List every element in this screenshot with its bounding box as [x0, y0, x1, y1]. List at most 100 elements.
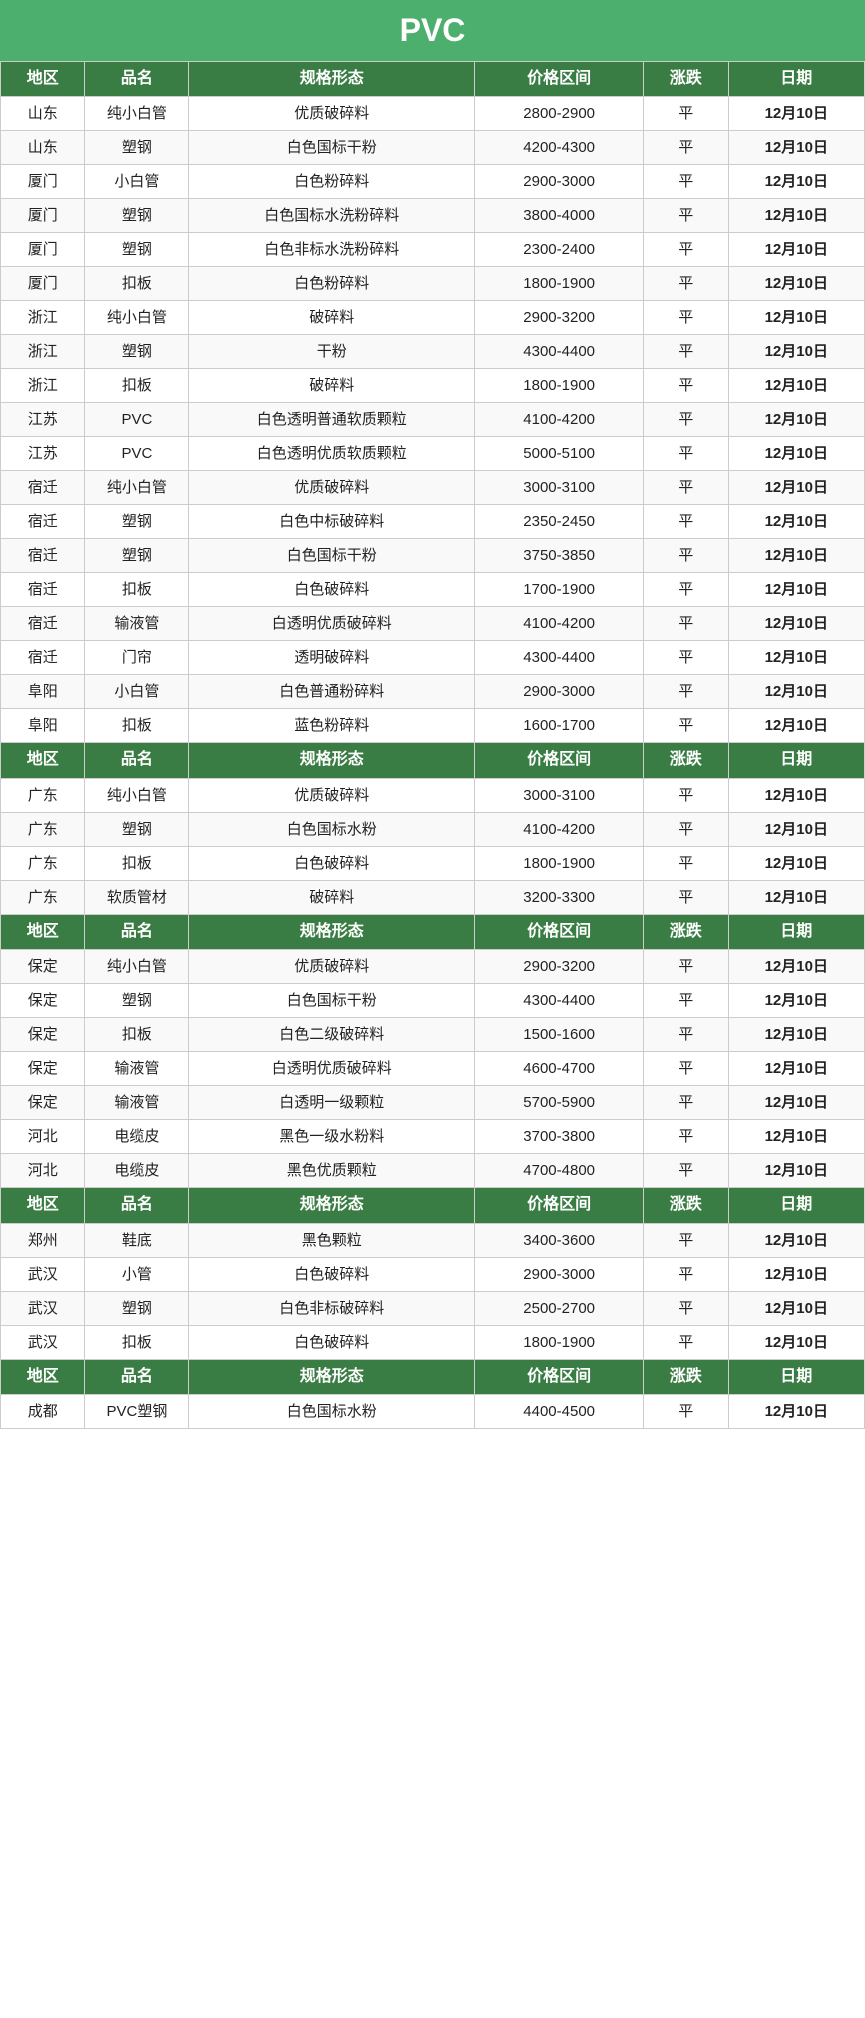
table-cell: 武汉 [1, 1325, 85, 1359]
section-header-cell: 规格形态 [189, 914, 475, 949]
table-cell: 平 [644, 165, 728, 199]
table-cell: PVC [85, 403, 189, 437]
table-cell: 5000-5100 [475, 437, 644, 471]
table-cell: 扣板 [85, 267, 189, 301]
table-cell: 塑钢 [85, 199, 189, 233]
table-row: 保定塑钢白色国标干粉4300-4400平12月10日 [1, 984, 865, 1018]
section-header-cell: 日期 [728, 914, 864, 949]
table-row: 山东塑钢白色国标干粉4200-4300平12月10日 [1, 131, 865, 165]
table-cell: 12月10日 [728, 1120, 864, 1154]
table-cell: 厦门 [1, 165, 85, 199]
table-cell: 3750-3850 [475, 539, 644, 573]
table-cell: 平 [644, 539, 728, 573]
table-cell: 1800-1900 [475, 369, 644, 403]
table-row: 宿迁输液管白透明优质破碎料4100-4200平12月10日 [1, 607, 865, 641]
table-cell: 平 [644, 1257, 728, 1291]
table-cell: 12月10日 [728, 267, 864, 301]
table-row: 郑州鞋底黑色颗粒3400-3600平12月10日 [1, 1223, 865, 1257]
section-header-cell: 地区 [1, 914, 85, 949]
section-header-cell: 规格形态 [189, 1359, 475, 1394]
table-row: 浙江扣板破碎料1800-1900平12月10日 [1, 369, 865, 403]
table-cell: 平 [644, 880, 728, 914]
table-cell: 12月10日 [728, 778, 864, 812]
table-cell: 平 [644, 471, 728, 505]
table-cell: 白色中标破碎料 [189, 505, 475, 539]
table-cell: 宿迁 [1, 505, 85, 539]
table-cell: 平 [644, 1291, 728, 1325]
table-cell: 宿迁 [1, 573, 85, 607]
table-cell: 塑钢 [85, 984, 189, 1018]
table-cell: 武汉 [1, 1291, 85, 1325]
table-cell: 干粉 [189, 335, 475, 369]
table-cell: 4300-4400 [475, 641, 644, 675]
table-cell: 3800-4000 [475, 199, 644, 233]
table-cell: 河北 [1, 1154, 85, 1188]
table-cell: 平 [644, 335, 728, 369]
table-cell: 5700-5900 [475, 1086, 644, 1120]
table-cell: 12月10日 [728, 1018, 864, 1052]
section-header-cell: 地区 [1, 1359, 85, 1394]
table-cell: 扣板 [85, 1325, 189, 1359]
table-row: 保定输液管白透明一级颗粒5700-5900平12月10日 [1, 1086, 865, 1120]
table-cell: 平 [644, 403, 728, 437]
table-cell: 4300-4400 [475, 335, 644, 369]
table-cell: 黑色优质颗粒 [189, 1154, 475, 1188]
table-cell: 平 [644, 573, 728, 607]
table-row: 广东扣板白色破碎料1800-1900平12月10日 [1, 846, 865, 880]
table-cell: 保定 [1, 1086, 85, 1120]
table-cell: 白透明优质破碎料 [189, 1052, 475, 1086]
table-cell: 广东 [1, 846, 85, 880]
table-cell: 3000-3100 [475, 778, 644, 812]
table-cell: 12月10日 [728, 233, 864, 267]
table-cell: 1500-1600 [475, 1018, 644, 1052]
table-cell: 平 [644, 97, 728, 131]
section-header-cell: 日期 [728, 1188, 864, 1223]
table-cell: 12月10日 [728, 607, 864, 641]
table-cell: 平 [644, 846, 728, 880]
table-cell: 白色粉碎料 [189, 165, 475, 199]
section-header-cell: 涨跌 [644, 1188, 728, 1223]
table-cell: 黑色一级水粉料 [189, 1120, 475, 1154]
table-cell: 白色破碎料 [189, 1257, 475, 1291]
table-cell: 白色透明普通软质颗粒 [189, 403, 475, 437]
table-cell: 郑州 [1, 1223, 85, 1257]
table-cell: 1800-1900 [475, 1325, 644, 1359]
table-cell: 12月10日 [728, 641, 864, 675]
table-row: 厦门塑钢白色非标水洗粉碎料2300-2400平12月10日 [1, 233, 865, 267]
table-cell: 山东 [1, 131, 85, 165]
section-header-cell: 价格区间 [475, 1188, 644, 1223]
table-row: 江苏PVC白色透明普通软质颗粒4100-4200平12月10日 [1, 403, 865, 437]
table-cell: 江苏 [1, 437, 85, 471]
table-cell: 广东 [1, 812, 85, 846]
table-cell: 白色国标水洗粉碎料 [189, 199, 475, 233]
table-cell: 白色国标干粉 [189, 539, 475, 573]
table-cell: 4200-4300 [475, 131, 644, 165]
table-cell: 12月10日 [728, 950, 864, 984]
table-cell: 1800-1900 [475, 267, 644, 301]
table-cell: 塑钢 [85, 131, 189, 165]
table-header-row: 地区 品名 规格形态 价格区间 涨跌 日期 [1, 62, 865, 97]
table-cell: 白色非标水洗粉碎料 [189, 233, 475, 267]
table-cell: 2300-2400 [475, 233, 644, 267]
table-cell: 白色普通粉碎料 [189, 675, 475, 709]
section-header-cell: 涨跌 [644, 1359, 728, 1394]
table-cell: 厦门 [1, 233, 85, 267]
table-cell: 2800-2900 [475, 97, 644, 131]
table-cell: 12月10日 [728, 1154, 864, 1188]
table-cell: 12月10日 [728, 335, 864, 369]
section-header-cell: 地区 [1, 743, 85, 778]
table-row: 宿迁塑钢白色国标干粉3750-3850平12月10日 [1, 539, 865, 573]
table-cell: 12月10日 [728, 301, 864, 335]
table-cell: 平 [644, 1223, 728, 1257]
table-cell: 纯小白管 [85, 471, 189, 505]
table-cell: 12月10日 [728, 505, 864, 539]
table-cell: 保定 [1, 1018, 85, 1052]
table-cell: 12月10日 [728, 1291, 864, 1325]
table-cell: 平 [644, 233, 728, 267]
table-cell: 12月10日 [728, 369, 864, 403]
section-header-cell: 价格区间 [475, 914, 644, 949]
table-row: 宿迁纯小白管优质破碎料3000-3100平12月10日 [1, 471, 865, 505]
table-cell: 破碎料 [189, 369, 475, 403]
col-header-spec: 规格形态 [189, 62, 475, 97]
table-row: 厦门小白管白色粉碎料2900-3000平12月10日 [1, 165, 865, 199]
